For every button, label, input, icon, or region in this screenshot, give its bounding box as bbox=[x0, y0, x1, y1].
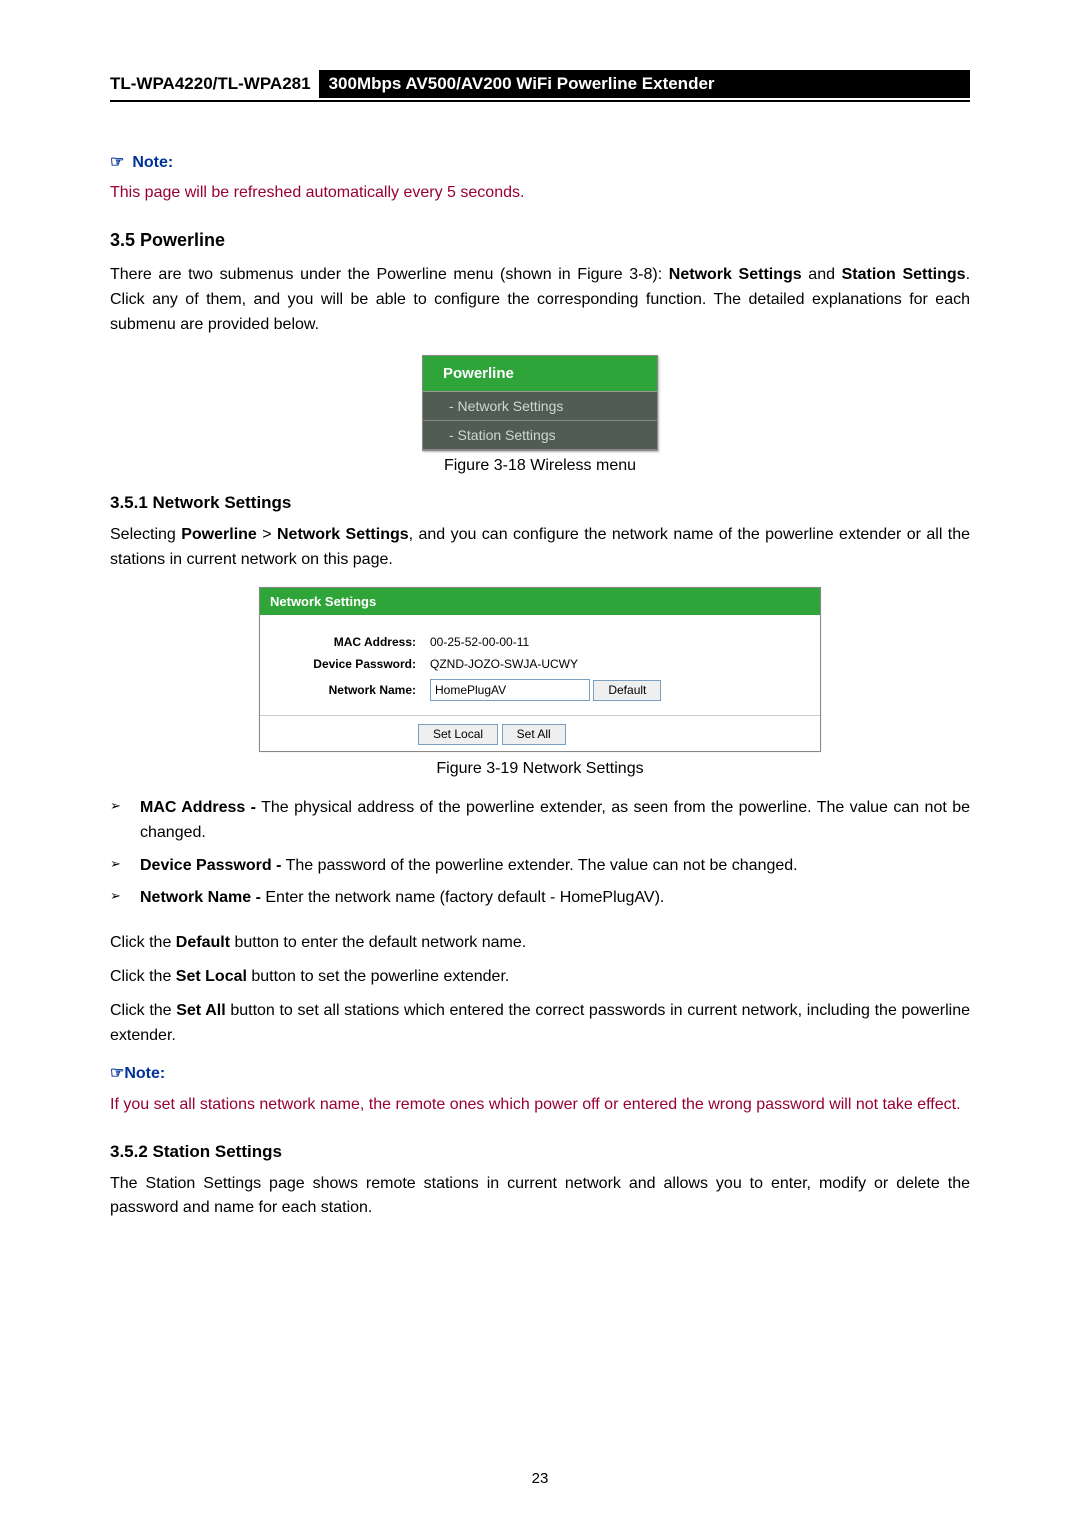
menu-item-station-settings[interactable]: - Station Settings bbox=[423, 421, 657, 450]
header-model: TL-WPA4220/TL-WPA281 bbox=[110, 70, 319, 98]
network-name-label: Network Name: bbox=[276, 675, 424, 705]
network-settings-panel: Network Settings MAC Address: 00-25-52-0… bbox=[259, 587, 821, 752]
bold-network-settings: Network Settings bbox=[277, 526, 409, 543]
bold-station-settings: Station Settings bbox=[842, 266, 966, 283]
menu-header[interactable]: Powerline bbox=[423, 356, 657, 392]
figure-3-19-caption: Figure 3-19 Network Settings bbox=[110, 760, 970, 778]
doc-header: TL-WPA4220/TL-WPA281 300Mbps AV500/AV200… bbox=[110, 70, 970, 102]
device-password-label: Device Password: bbox=[276, 653, 424, 675]
text: Click the bbox=[110, 934, 176, 951]
network-name-input[interactable] bbox=[430, 679, 590, 701]
text: The physical address of the powerline ex… bbox=[140, 799, 970, 841]
text: > bbox=[257, 526, 277, 543]
set-all-button[interactable]: Set All bbox=[502, 724, 566, 745]
text: Selecting bbox=[110, 526, 181, 543]
list-item: ➢ MAC Address - The physical address of … bbox=[110, 796, 970, 846]
powerline-menu-figure: Powerline - Network Settings - Station S… bbox=[422, 355, 658, 451]
note-1-body: This page will be refreshed automaticall… bbox=[110, 184, 970, 202]
note-1-header: ☞ Note: bbox=[110, 152, 970, 172]
bold-set-local: Set Local bbox=[176, 968, 247, 985]
bold-default: Default bbox=[176, 934, 230, 951]
text: button to set all stations which entered… bbox=[110, 1002, 970, 1044]
text: Click the bbox=[110, 968, 176, 985]
section-3-5-1-intro: Selecting Powerline > Network Settings, … bbox=[110, 523, 970, 573]
note-2-body: If you set all stations network name, th… bbox=[110, 1093, 970, 1118]
figure-3-18-caption: Figure 3-18 Wireless menu bbox=[110, 457, 970, 475]
section-3-5-intro: There are two submenus under the Powerli… bbox=[110, 263, 970, 337]
bullet-list: ➢ MAC Address - The physical address of … bbox=[110, 796, 970, 911]
note-2-header: ☞Note: bbox=[110, 1063, 970, 1083]
list-item: ➢ Device Password - The password of the … bbox=[110, 854, 970, 879]
section-3-5-2-intro: The Station Settings page shows remote s… bbox=[110, 1172, 970, 1222]
chevron-right-icon: ➢ bbox=[110, 796, 140, 846]
device-password-value: QZND-JOZO-SWJA-UCWY bbox=[424, 653, 667, 675]
text: button to enter the default network name… bbox=[230, 934, 526, 951]
text: and bbox=[802, 266, 842, 283]
header-product: 300Mbps AV500/AV200 WiFi Powerline Exten… bbox=[319, 70, 970, 98]
section-3-5-1-heading: 3.5.1 Network Settings bbox=[110, 493, 970, 513]
text: There are two submenus under the Powerli… bbox=[110, 266, 669, 283]
set-local-button[interactable]: Set Local bbox=[418, 724, 498, 745]
note-2-label: Note: bbox=[124, 1065, 165, 1082]
bold-set-all: Set All bbox=[176, 1002, 225, 1019]
bold-powerline: Powerline bbox=[181, 526, 257, 543]
page-number: 23 bbox=[0, 1470, 1080, 1487]
hand-icon: ☞ bbox=[110, 152, 124, 172]
panel-title: Network Settings bbox=[260, 588, 820, 615]
bold-device-password: Device Password - bbox=[140, 857, 281, 874]
text: button to set the powerline extender. bbox=[247, 968, 509, 985]
menu-item-network-settings[interactable]: - Network Settings bbox=[423, 392, 657, 421]
bold-mac-address: MAC Address - bbox=[140, 799, 256, 816]
chevron-right-icon: ➢ bbox=[110, 854, 140, 879]
note-1-label: Note: bbox=[132, 154, 173, 171]
click-default-text: Click the Default button to enter the de… bbox=[110, 931, 970, 955]
hand-icon: ☞ bbox=[110, 1065, 124, 1082]
bold-network-name: Network Name - bbox=[140, 889, 261, 906]
mac-address-label: MAC Address: bbox=[276, 631, 424, 653]
default-button[interactable]: Default bbox=[593, 680, 661, 701]
bold-network-settings: Network Settings bbox=[669, 266, 802, 283]
click-set-all-text: Click the Set All button to set all stat… bbox=[110, 999, 970, 1049]
section-3-5-2-heading: 3.5.2 Station Settings bbox=[110, 1142, 970, 1162]
click-set-local-text: Click the Set Local button to set the po… bbox=[110, 965, 970, 989]
chevron-right-icon: ➢ bbox=[110, 886, 140, 911]
mac-address-value: 00-25-52-00-00-11 bbox=[424, 631, 667, 653]
text: The password of the powerline extender. … bbox=[281, 857, 797, 874]
section-3-5-heading: 3.5 Powerline bbox=[110, 230, 970, 251]
list-item: ➢ Network Name - Enter the network name … bbox=[110, 886, 970, 911]
text: Enter the network name (factory default … bbox=[261, 889, 664, 906]
text: Click the bbox=[110, 1002, 176, 1019]
